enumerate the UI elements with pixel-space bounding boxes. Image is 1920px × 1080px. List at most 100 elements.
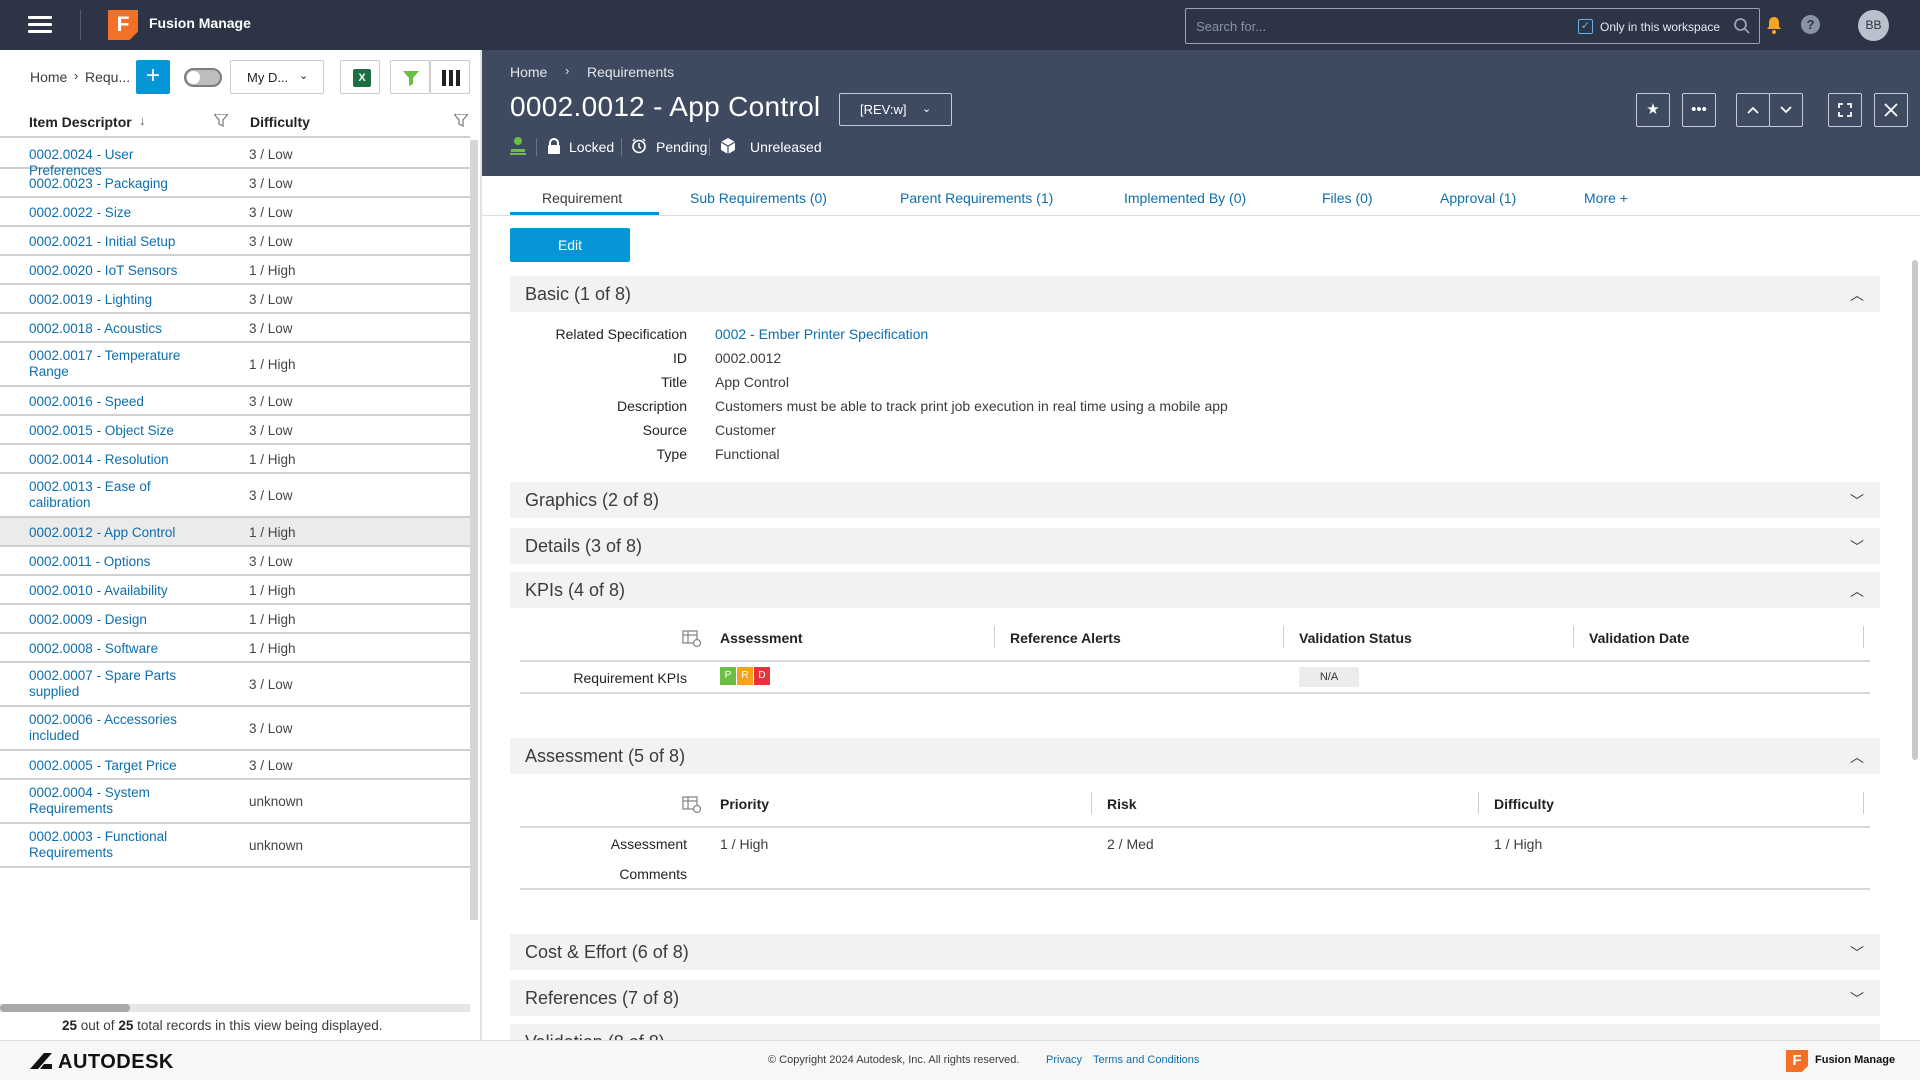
item-descriptor-link[interactable]: 0002.0013 - Ease of calibration <box>29 479 199 511</box>
revision-dropdown[interactable]: [REV:w] ⌄ <box>839 93 952 126</box>
item-descriptor-link[interactable]: 0002.0018 - Acoustics <box>29 321 199 337</box>
item-descriptor-link[interactable]: 0002.0021 - Initial Setup <box>29 234 199 250</box>
item-descriptor-link[interactable]: 0002.0009 - Design <box>29 612 199 628</box>
app-name[interactable]: Fusion Manage <box>149 15 251 31</box>
section-cost-effort[interactable]: Cost & Effort (6 of 8) ﹀ <box>510 934 1880 970</box>
item-descriptor-link[interactable]: 0002.0017 - Temperature Range <box>29 348 199 380</box>
item-descriptor-link[interactable]: 0002.0006 - Accessories included <box>29 712 199 744</box>
menu-icon[interactable] <box>28 16 52 34</box>
list-item[interactable]: 0002.0006 - Accessories included 3 / Low <box>0 707 470 751</box>
content-scrollbar[interactable] <box>1912 260 1918 760</box>
workspace-only-label[interactable]: Only in this workspace <box>1600 20 1720 34</box>
column-filter-icon[interactable] <box>454 114 468 127</box>
list-item[interactable]: 0002.0008 - Software 1 / High <box>0 634 470 663</box>
table-settings-icon[interactable] <box>682 630 702 648</box>
section-assessment[interactable]: Assessment (5 of 8) ︿ <box>510 738 1880 774</box>
filter-button[interactable] <box>390 60 430 94</box>
search-icon[interactable] <box>1733 17 1751 35</box>
list-item[interactable]: 0002.0017 - Temperature Range 1 / High <box>0 343 470 387</box>
terms-link[interactable]: Terms and Conditions <box>1093 1054 1199 1066</box>
list-item[interactable]: 0002.0007 - Spare Parts supplied 3 / Low <box>0 663 470 707</box>
tab-more[interactable]: More + <box>1584 190 1628 206</box>
item-descriptor-link[interactable]: 0002.0020 - IoT Sensors <box>29 263 199 279</box>
edit-button[interactable]: Edit <box>510 228 630 262</box>
tab-requirement[interactable]: Requirement <box>542 190 622 206</box>
table-settings-icon[interactable] <box>682 796 702 814</box>
item-descriptor-link[interactable]: 0002.0023 - Packaging <box>29 176 199 192</box>
breadcrumb-workspace[interactable]: Requ... <box>85 69 130 85</box>
toggle-switch[interactable] <box>184 68 222 87</box>
list-item[interactable]: 0002.0009 - Design 1 / High <box>0 605 470 634</box>
add-item-button[interactable]: + <box>136 60 170 94</box>
column-filter-icon[interactable] <box>214 114 228 127</box>
column-header-descriptor[interactable]: Item Descriptor <box>29 114 132 130</box>
tab-implemented-by[interactable]: Implemented By (0) <box>1124 190 1246 206</box>
sort-arrow-icon[interactable]: ↓ <box>139 113 146 128</box>
list-item[interactable]: 0002.0005 - Target Price 3 / Low <box>0 751 470 780</box>
list-item[interactable]: 0002.0013 - Ease of calibration 3 / Low <box>0 474 470 518</box>
privacy-link[interactable]: Privacy <box>1046 1054 1082 1066</box>
help-icon[interactable]: ? <box>1801 15 1820 34</box>
tab-files[interactable]: Files (0) <box>1322 190 1373 206</box>
item-descriptor-link[interactable]: 0002.0010 - Availability <box>29 583 199 599</box>
item-descriptor-link[interactable]: 0002.0015 - Object Size <box>29 423 199 439</box>
list-item[interactable]: 0002.0018 - Acoustics 3 / Low <box>0 314 470 343</box>
item-descriptor-link[interactable]: 0002.0022 - Size <box>29 205 199 221</box>
item-descriptor-link[interactable]: 0002.0011 - Options <box>29 554 199 570</box>
app-logo[interactable]: F <box>108 10 138 40</box>
breadcrumb-home[interactable]: Home <box>510 64 547 80</box>
list-item[interactable]: 0002.0004 - System Requirements unknown <box>0 780 470 824</box>
view-selector[interactable]: My D... ⌄ <box>230 60 324 94</box>
list-item[interactable]: 0002.0003 - Functional Requirements unkno… <box>0 824 470 868</box>
list-item[interactable]: 0002.0021 - Initial Setup 3 / Low <box>0 227 470 256</box>
item-descriptor-link[interactable]: 0002.0003 - Functional Requirements <box>29 829 199 861</box>
section-basic[interactable]: Basic (1 of 8) ︿ <box>510 276 1880 312</box>
tab-approval[interactable]: Approval (1) <box>1440 190 1516 206</box>
export-excel-button[interactable]: X <box>340 60 380 94</box>
item-descriptor-link[interactable]: 0002.0019 - Lighting <box>29 292 199 308</box>
bookmark-button[interactable]: ★ <box>1636 93 1670 127</box>
list-item[interactable]: 0002.0012 - App Control 1 / High <box>0 518 470 547</box>
fullscreen-button[interactable] <box>1828 93 1862 127</box>
search-input[interactable]: Search for... ✓ Only in this workspace <box>1185 8 1760 44</box>
comments-label: Comments <box>619 866 687 882</box>
bell-icon[interactable] <box>1765 15 1783 35</box>
section-references[interactable]: References (7 of 8) ﹀ <box>510 980 1880 1016</box>
list-item[interactable]: 0002.0022 - Size 3 / Low <box>0 198 470 227</box>
section-kpis[interactable]: KPIs (4 of 8) ︿ <box>510 572 1880 608</box>
list-item[interactable]: 0002.0024 - User Preferences 3 / Low <box>0 140 470 178</box>
list-item[interactable]: 0002.0016 - Speed 3 / Low <box>0 387 470 416</box>
list-item[interactable]: 0002.0023 - Packaging 3 / Low <box>0 169 470 198</box>
list-item[interactable]: 0002.0019 - Lighting 3 / Low <box>0 285 470 314</box>
list-item[interactable]: 0002.0020 - IoT Sensors 1 / High <box>0 256 470 285</box>
previous-item-button[interactable] <box>1736 93 1770 127</box>
tab-parent-requirements[interactable]: Parent Requirements (1) <box>900 190 1053 206</box>
workspace-only-checkbox[interactable]: ✓ <box>1578 19 1593 34</box>
item-descriptor-link[interactable]: 0002.0016 - Speed <box>29 394 199 410</box>
columns-button[interactable] <box>430 60 470 94</box>
tab-sub-requirements[interactable]: Sub Requirements (0) <box>690 190 827 206</box>
next-item-button[interactable] <box>1769 93 1803 127</box>
breadcrumb-home[interactable]: Home <box>30 69 67 85</box>
breadcrumb-workspace[interactable]: Requirements <box>587 64 674 80</box>
section-validation[interactable]: Validation (8 of 8) ︿ <box>510 1024 1880 1040</box>
item-descriptor-link[interactable]: 0002.0005 - Target Price <box>29 758 199 774</box>
column-header-difficulty[interactable]: Difficulty <box>250 114 310 130</box>
close-button[interactable] <box>1874 93 1908 127</box>
related-specification-link[interactable]: 0002 - Ember Printer Specification <box>715 326 928 342</box>
list-item[interactable]: 0002.0011 - Options 3 / Low <box>0 547 470 576</box>
section-details[interactable]: Details (3 of 8) ﹀ <box>510 528 1880 564</box>
list-item[interactable]: 0002.0015 - Object Size 3 / Low <box>0 416 470 445</box>
item-descriptor-link[interactable]: 0002.0008 - Software <box>29 641 199 657</box>
more-actions-button[interactable]: ••• <box>1682 93 1716 127</box>
list-item[interactable]: 0002.0010 - Availability 1 / High <box>0 576 470 605</box>
item-descriptor-link[interactable]: 0002.0014 - Resolution <box>29 452 199 468</box>
section-graphics[interactable]: Graphics (2 of 8) ﹀ <box>510 482 1880 518</box>
item-descriptor-link[interactable]: 0002.0007 - Spare Parts supplied <box>29 668 199 700</box>
item-descriptor-link[interactable]: 0002.0004 - System Requirements <box>29 785 199 817</box>
item-descriptor-link[interactable]: 0002.0012 - App Control <box>29 525 199 541</box>
vertical-scrollbar[interactable] <box>470 140 478 920</box>
horizontal-scrollbar[interactable] <box>0 1004 470 1012</box>
avatar[interactable]: BB <box>1858 10 1889 41</box>
list-item[interactable]: 0002.0014 - Resolution 1 / High <box>0 445 470 474</box>
